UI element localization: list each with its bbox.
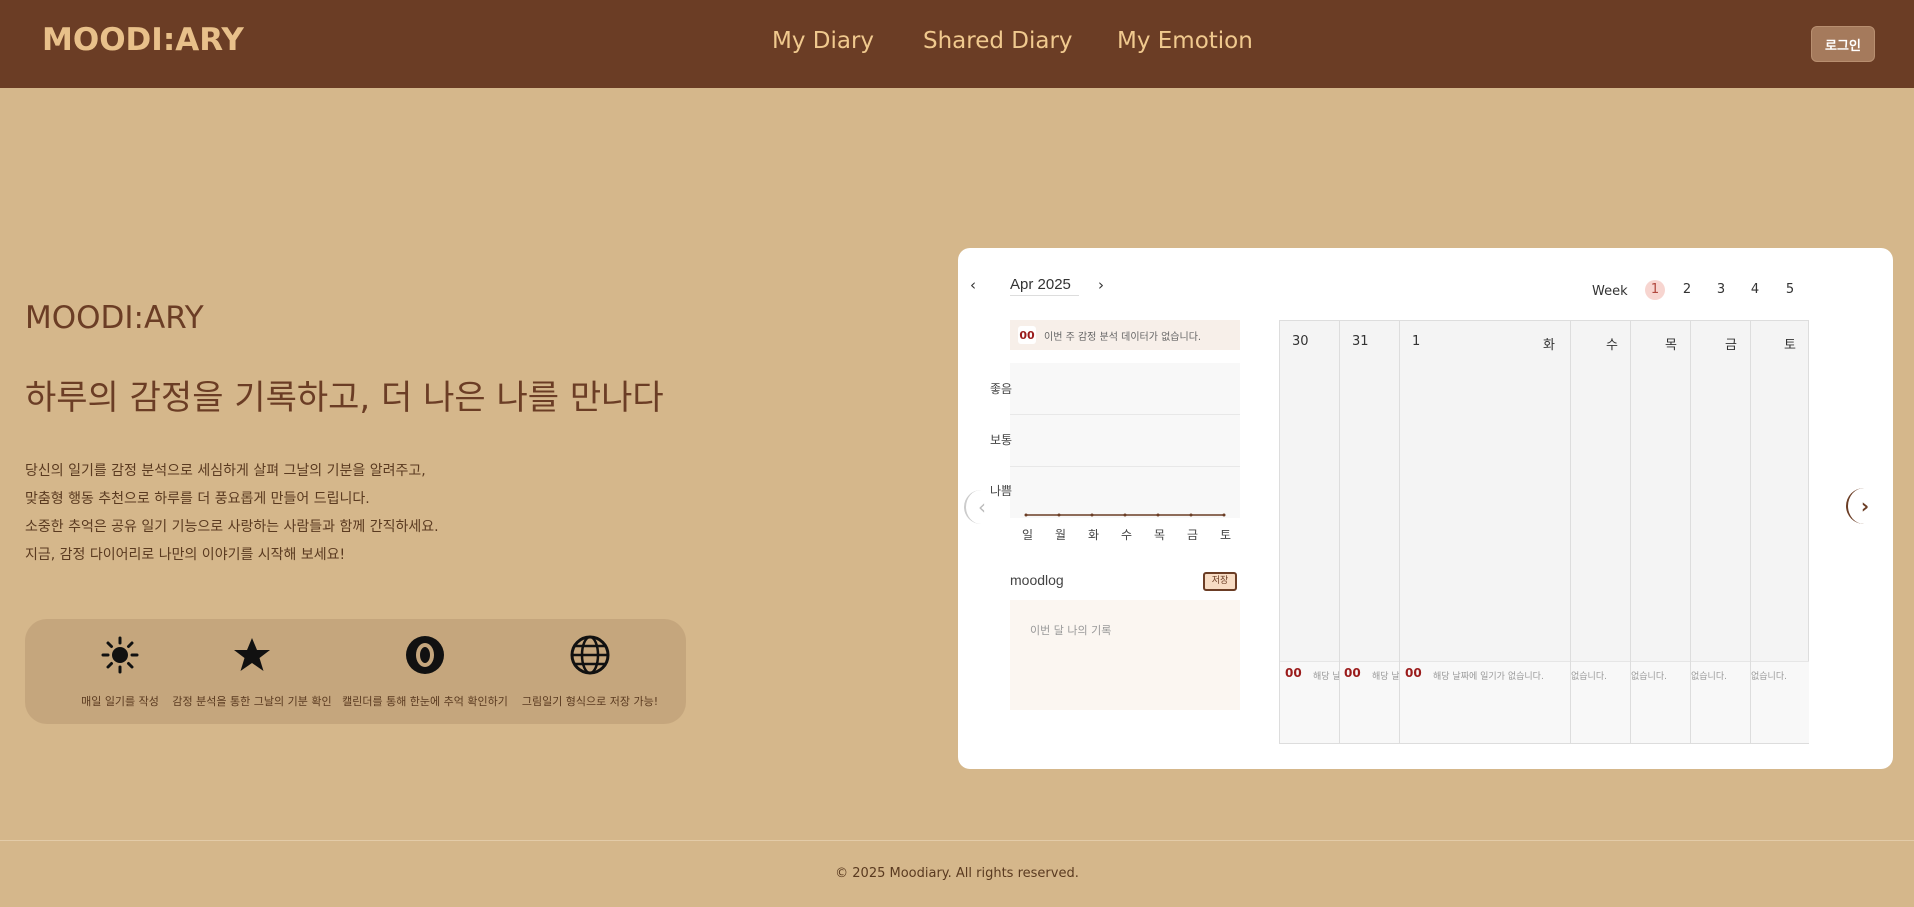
week-button-3[interactable]: 3 bbox=[1711, 280, 1731, 300]
chart-x-label: 화 bbox=[1088, 528, 1100, 542]
week-button-1[interactable]: 1 bbox=[1645, 280, 1665, 300]
day-number: 1 bbox=[1412, 334, 1421, 349]
day-note: 없습니다. bbox=[1631, 672, 1667, 682]
day-weekday: 금 bbox=[1725, 338, 1737, 353]
emotion-chart bbox=[1010, 363, 1240, 518]
hero-desc-line: 맞춤형 행동 추천으로 하루를 더 풍요롭게 만들어 드립니다. bbox=[25, 491, 370, 507]
day-emotion: 00 bbox=[1405, 666, 1422, 680]
day-note: 없습니다. bbox=[1571, 672, 1607, 682]
calendar-grid: 30 00 해당 날짜에 일기가 없습니다. 31 00 해당 날짜에 일기가 … bbox=[1279, 320, 1809, 744]
hero-desc-line: 당신의 일기를 감정 분석으로 세심하게 살펴 그날의 기분을 알려주고, bbox=[25, 463, 426, 479]
day-note: 해당 날짜에 일기가 없습니다. bbox=[1372, 672, 1400, 682]
chart-y-label: 보통 bbox=[990, 433, 1013, 447]
footer-divider bbox=[0, 840, 1914, 841]
calendar-day-cell[interactable]: 1 화 00 해당 날짜에 일기가 없습니다. bbox=[1400, 321, 1571, 743]
week-button-2[interactable]: 2 bbox=[1677, 280, 1697, 300]
chart-x-label: 일 bbox=[1022, 528, 1034, 542]
chart-x-label: 토 bbox=[1220, 528, 1232, 542]
day-weekday: 목 bbox=[1665, 338, 1677, 353]
moodlog-placeholder: 이번 달 나의 기록 bbox=[1030, 624, 1112, 637]
logo[interactable]: MOODI:ARY bbox=[42, 22, 244, 58]
nav-shared-diary[interactable]: Shared Diary bbox=[923, 28, 1073, 54]
save-button[interactable]: 저장 bbox=[1203, 572, 1237, 591]
eye-icon bbox=[406, 636, 444, 674]
month-prev-button[interactable]: ‹ bbox=[970, 276, 976, 294]
emotion-badge: 00 bbox=[1018, 326, 1036, 344]
month-next-button[interactable]: › bbox=[1098, 276, 1104, 294]
hero-description: 당신의 일기를 감정 분석으로 세심하게 살펴 그날의 기분을 알려주고, 맞춤… bbox=[25, 457, 439, 569]
day-number: 31 bbox=[1352, 334, 1369, 349]
day-emotion: 00 bbox=[1344, 666, 1361, 680]
day-weekday: 토 bbox=[1784, 338, 1796, 353]
globe-icon bbox=[570, 635, 610, 675]
month-label: Apr 2025 bbox=[1010, 276, 1079, 296]
hero-brand: MOODI:ARY bbox=[25, 300, 204, 336]
feature-label: 캘린더를 통해 한눈에 추억 확인하기 bbox=[342, 695, 508, 708]
calendar-day-cell[interactable]: 수 없습니다. bbox=[1571, 321, 1631, 743]
day-number: 30 bbox=[1292, 334, 1309, 349]
nav-my-emotion[interactable]: My Emotion bbox=[1117, 28, 1253, 54]
moodlog-title: moodlog bbox=[1010, 572, 1064, 588]
emotion-banner: 00 이번 주 감정 분석 데이터가 없습니다. bbox=[1010, 320, 1240, 350]
footer-copyright: © 2025 Moodiary. All rights reserved. bbox=[835, 866, 1079, 881]
login-button[interactable]: 로그인 bbox=[1811, 26, 1875, 62]
day-note: 해당 날짜에 일기가 없습니다. bbox=[1433, 672, 1544, 682]
feature-panel: 매일 일기를 작성 감정 분석을 통한 그날의 기분 확인 캘린더를 통해 한눈… bbox=[25, 619, 686, 724]
calendar-card: ‹ Apr 2025 › Week 1 2 3 4 5 00 이번 주 감정 분… bbox=[958, 248, 1893, 769]
chart-x-label: 목 bbox=[1154, 528, 1166, 542]
week-label: Week bbox=[1592, 284, 1628, 299]
week-button-5[interactable]: 5 bbox=[1780, 280, 1800, 300]
calendar-day-cell[interactable]: 토 없습니다. bbox=[1751, 321, 1809, 743]
day-note: 없습니다. bbox=[1691, 672, 1727, 682]
day-note: 없습니다. bbox=[1751, 672, 1787, 682]
feature-label: 감정 분석을 통한 그날의 기분 확인 bbox=[172, 695, 332, 708]
chart-y-label: 좋음 bbox=[990, 382, 1013, 396]
feature-item: 감정 분석을 통한 그날의 기분 확인 bbox=[157, 635, 347, 709]
chart-x-label: 금 bbox=[1187, 528, 1199, 542]
sun-icon bbox=[101, 636, 139, 674]
nav-my-diary[interactable]: My Diary bbox=[772, 28, 874, 54]
calendar-day-cell[interactable]: 금 없습니다. bbox=[1691, 321, 1751, 743]
feature-item: 캘린더를 통해 한눈에 추억 확인하기 bbox=[330, 635, 520, 709]
hero-title: 하루의 감정을 기록하고, 더 나은 나를 만나다 bbox=[25, 378, 664, 418]
chart-x-label: 월 bbox=[1055, 528, 1067, 542]
calendar-day-cell[interactable]: 31 00 해당 날짜에 일기가 없습니다. bbox=[1340, 321, 1400, 743]
week-button-4[interactable]: 4 bbox=[1745, 280, 1765, 300]
slide-prev-button[interactable]: ‹ bbox=[964, 490, 998, 524]
emotion-banner-text: 이번 주 감정 분석 데이터가 없습니다. bbox=[1044, 331, 1202, 343]
calendar-day-cell[interactable]: 목 없습니다. bbox=[1631, 321, 1691, 743]
day-weekday: 수 bbox=[1606, 338, 1618, 353]
day-weekday: 화 bbox=[1543, 338, 1555, 353]
day-note: 해당 날짜에 일기가 없습니다. bbox=[1313, 672, 1340, 682]
hero-desc-line: 지금, 감정 다이어리로 나만의 이야기를 시작해 보세요! bbox=[25, 547, 346, 563]
slide-next-button[interactable]: › bbox=[1846, 488, 1882, 524]
moodlog-textarea[interactable]: 이번 달 나의 기록 bbox=[1010, 600, 1240, 710]
hero-desc-line: 소중한 추억은 공유 일기 기능으로 사랑하는 사람들과 함께 간직하세요. bbox=[25, 519, 439, 535]
day-emotion: 00 bbox=[1285, 666, 1302, 680]
feature-item: 그림일기 형식으로 저장 가능! bbox=[515, 635, 665, 709]
calendar-day-cell[interactable]: 30 00 해당 날짜에 일기가 없습니다. bbox=[1280, 321, 1340, 743]
chart-baseline bbox=[1024, 513, 1226, 517]
chart-x-label: 수 bbox=[1121, 528, 1133, 542]
feature-label: 그림일기 형식으로 저장 가능! bbox=[521, 695, 659, 708]
top-header: MOODI:ARY My Diary Shared Diary My Emoti… bbox=[0, 0, 1914, 88]
star-icon bbox=[234, 638, 270, 671]
